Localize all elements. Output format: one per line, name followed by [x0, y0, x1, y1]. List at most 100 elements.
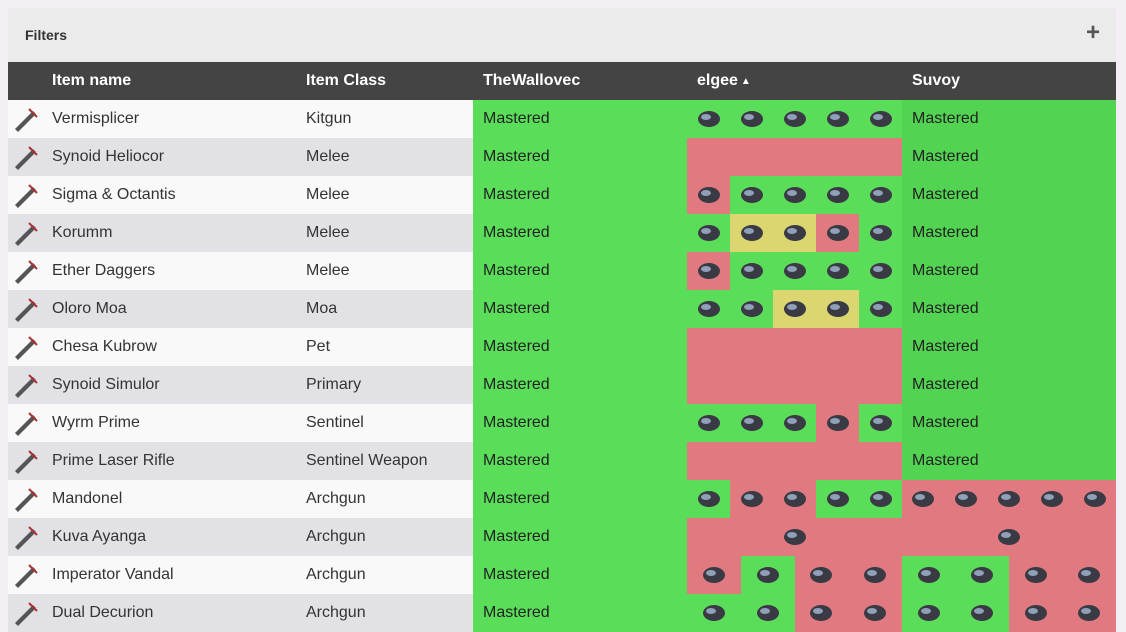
- table-row[interactable]: Synoid Simulor Primary Mastered Mastered: [8, 366, 1116, 404]
- component-part: [730, 214, 773, 252]
- table-row[interactable]: Prime Laser Rifle Sentinel Weapon Mastered…: [8, 442, 1116, 480]
- table-row[interactable]: Vermisplicer Kitgun Mastered Mastered: [8, 100, 1116, 138]
- table-row[interactable]: Dual Decurion Archgun Mastered: [8, 594, 1116, 632]
- component-icon: [997, 491, 1020, 507]
- item-thumbnail-icon: [15, 450, 38, 474]
- component-part: [902, 480, 945, 518]
- column-header-item-name[interactable]: Item name: [8, 62, 296, 100]
- component-icon: [1078, 605, 1101, 621]
- component-icon: [702, 567, 725, 583]
- table-row[interactable]: Ether Daggers Melee Mastered Mastered: [8, 252, 1116, 290]
- thewallovec-status-cell: Mastered: [473, 404, 687, 442]
- thewallovec-status-cell: Mastered: [473, 518, 687, 556]
- component-part: [687, 252, 730, 290]
- component-icon: [912, 491, 935, 507]
- mastered-label: Mastered: [483, 376, 550, 393]
- item-class: Sentinel Weapon: [306, 452, 428, 469]
- item-class-cell: Melee: [296, 138, 473, 176]
- component-part: [687, 518, 902, 556]
- item-name: Prime Laser Rifle: [52, 452, 175, 469]
- mastered-label: Mastered: [483, 300, 550, 317]
- component-icon: [756, 605, 779, 621]
- item-class: Pet: [306, 338, 331, 355]
- component-icon: [826, 187, 849, 203]
- item-class: Archgun: [306, 490, 366, 507]
- column-header-thewallovec[interactable]: TheWallovec: [473, 62, 687, 100]
- item-class: Moa: [306, 300, 338, 317]
- component-icon: [917, 605, 940, 621]
- elgee-status-cell: [687, 252, 902, 290]
- thewallovec-status-cell: Mastered: [473, 290, 687, 328]
- component-icon: [917, 567, 940, 583]
- component-icon: [740, 263, 763, 279]
- mastered-label: Mastered: [483, 224, 550, 241]
- table-row[interactable]: Chesa Kubrow Pet Mastered Mastered: [8, 328, 1116, 366]
- thewallovec-status-cell: Mastered: [473, 556, 687, 594]
- component-part: [740, 556, 795, 594]
- table-row[interactable]: Korumm Melee Mastered Mastered: [8, 214, 1116, 252]
- component-part: [816, 290, 859, 328]
- item-name-cell: Synoid Heliocor: [8, 138, 296, 176]
- component-icon: [740, 301, 763, 317]
- item-name-cell: Kuva Ayanga: [8, 518, 296, 556]
- component-icon: [740, 187, 763, 203]
- item-name: Oloro Moa: [52, 300, 127, 317]
- column-header-suvoy[interactable]: Suvoy: [902, 62, 1116, 100]
- component-icon: [869, 415, 892, 431]
- component-part: [740, 594, 795, 632]
- table-row[interactable]: Sigma & Octantis Melee Mastered Mastered: [8, 176, 1116, 214]
- column-header-label: TheWallovec: [483, 72, 581, 89]
- item-thumbnail-icon: [15, 374, 38, 398]
- table-row[interactable]: Imperator Vandal Archgun Mastered: [8, 556, 1116, 594]
- component-part: [794, 556, 849, 594]
- suvoy-status-cell: Mastered: [902, 290, 1116, 328]
- mastered-label: Mastered: [483, 148, 550, 165]
- item-class: Archgun: [306, 528, 366, 545]
- table-row[interactable]: Wyrm Prime Sentinel Mastered Mastered: [8, 404, 1116, 442]
- item-class-cell: Kitgun: [296, 100, 473, 138]
- item-class-cell: Sentinel: [296, 404, 473, 442]
- item-name: Vermisplicer: [52, 110, 140, 127]
- item-class-cell: Melee: [296, 176, 473, 214]
- item-thumbnail-icon: [15, 412, 38, 436]
- suvoy-status-cell: Mastered: [902, 328, 1116, 366]
- component-icon: [869, 263, 892, 279]
- elgee-status-cell: [687, 100, 902, 138]
- mastered-label: Mastered: [912, 262, 979, 279]
- table-row[interactable]: Oloro Moa Moa Mastered Mastered: [8, 290, 1116, 328]
- component-part: [730, 252, 773, 290]
- component-part: [687, 176, 730, 214]
- item-class: Archgun: [306, 604, 366, 621]
- component-part: [816, 214, 859, 252]
- add-filter-button[interactable]: +: [1086, 21, 1100, 45]
- component-icon: [1040, 491, 1063, 507]
- column-header-item-class[interactable]: Item Class: [296, 62, 473, 100]
- table-row[interactable]: Kuva Ayanga Archgun Mastered: [8, 518, 1116, 556]
- component-icon: [783, 529, 806, 545]
- item-name-cell: Wyrm Prime: [8, 404, 296, 442]
- item-thumbnail-icon: [15, 184, 38, 208]
- table-row[interactable]: Synoid Heliocor Melee Mastered Mastered: [8, 138, 1116, 176]
- mastery-table: Item name Item Class TheWallovec elgee ▲ …: [8, 62, 1116, 632]
- component-part: [687, 290, 730, 328]
- table-row[interactable]: Mandonel Archgun Mastered: [8, 480, 1116, 518]
- component-part: [687, 214, 730, 252]
- item-class: Melee: [306, 148, 350, 165]
- component-part: [1062, 594, 1116, 632]
- column-header-elgee[interactable]: elgee ▲: [687, 62, 902, 100]
- mastered-label: Mastered: [483, 338, 550, 355]
- component-icon: [783, 263, 806, 279]
- component-icon: [810, 567, 833, 583]
- item-name-cell: Korumm: [8, 214, 296, 252]
- item-class: Melee: [306, 262, 350, 279]
- component-icon: [826, 225, 849, 241]
- filters-panel: Filters +: [8, 8, 1116, 63]
- elgee-status-cell: [687, 480, 902, 518]
- elgee-status-cell: [687, 176, 902, 214]
- component-part: [730, 404, 773, 442]
- suvoy-status-cell: Mastered: [902, 366, 1116, 404]
- component-part: [1009, 594, 1063, 632]
- component-part: [773, 100, 816, 138]
- item-class-cell: Moa: [296, 290, 473, 328]
- component-icon: [697, 111, 720, 127]
